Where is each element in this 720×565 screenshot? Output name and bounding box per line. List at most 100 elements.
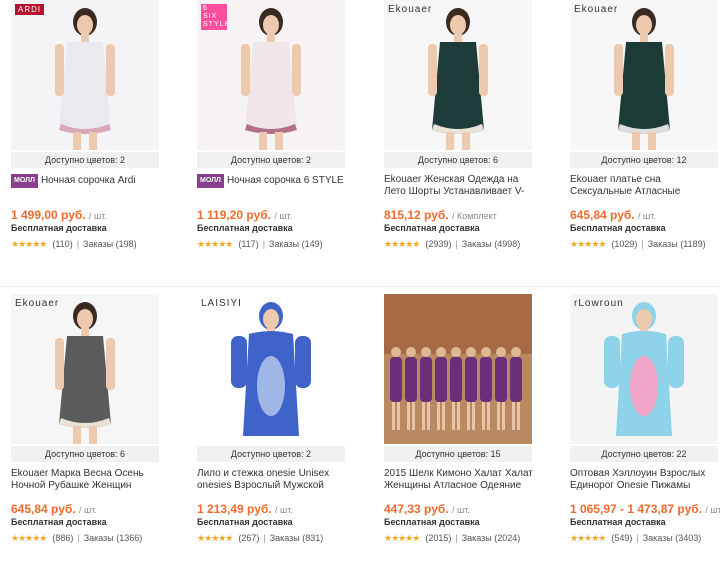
star-rating: ★★★★★ [11,239,47,249]
price-unit: / шт. [705,505,720,515]
brand-logo: Ekouaer [574,4,619,15]
divider: | [76,239,80,249]
product-price: 815,12 руб. [384,208,449,222]
product-price: 645,84 руб. [11,502,76,516]
product-image[interactable]: 6 SIX STYLE [197,0,345,150]
brand-logo: Ekouaer [15,298,60,309]
row-divider [0,286,720,287]
review-count[interactable]: (549) [611,533,632,543]
product-row: Ekouaer Доступно цветов: 6 Ekouaer Марка… [0,294,720,564]
product-title[interactable]: Ekouaer платье сна Сексуальные Атласные … [570,174,680,198]
order-count: Заказы (4998) [461,239,521,249]
product-title-link[interactable]: МОЛЛ Ночная сорочка Ardi [11,174,161,198]
free-shipping: Бесплатная доставка [384,517,480,527]
product-title-link[interactable]: 2015 Шелк Кимоно Халат Халат Женщины Атл… [384,468,534,492]
price-line: 1 213,49 руб. / шт. [197,502,293,516]
product-title[interactable]: Ночная сорочка 6 STYLE [227,175,344,186]
star-rating: ★★★★★ [570,533,606,543]
star-rating: ★★★★★ [384,533,420,543]
price-unit: / шт. [451,505,470,515]
product-photo [384,0,532,150]
divider: | [262,239,266,249]
brand-logo: rLowroun [574,298,624,309]
price-unit: / шт. [637,211,656,221]
price-line: 447,33 руб. / шт. [384,502,470,516]
review-count[interactable]: (1029) [611,239,637,249]
review-count[interactable]: (2015) [425,533,451,543]
rating-line: ★★★★★ (267) | Заказы (831) [197,533,323,544]
product-title[interactable]: 2015 Шелк Кимоно Халат Халат Женщины Атл… [384,468,533,491]
product-card[interactable]: Доступно цветов: 15 2015 Шелк Кимоно Хал… [384,294,534,564]
product-card[interactable]: LAISIYI Доступно цветов: 2 Лило и стежка… [197,294,347,564]
product-price: 1 065,97 - 1 473,87 руб. [570,502,703,516]
product-title-link[interactable]: Ekouaer Женская Одежда на Лето Шорты Уст… [384,174,534,198]
divider: | [455,239,458,249]
colors-available: Доступно цветов: 22 [570,446,718,462]
colors-available: Доступно цветов: 12 [570,152,718,168]
colors-available: Доступно цветов: 2 [197,446,345,462]
product-image[interactable]: Ekouaer [384,0,532,150]
product-title-link[interactable]: Оптовая Хэллоуин Взрослых Единорог Onesi… [570,468,720,492]
price-unit: / шт. [88,211,107,221]
product-card[interactable]: rLowroun Доступно цветов: 22 Оптовая Хэл… [570,294,720,564]
rating-line: ★★★★★ (2015) | Заказы (2024) [384,533,520,544]
product-image[interactable]: rLowroun [570,294,718,444]
product-row: ARDI Доступно цветов: 2 МОЛЛ Ночная сороч… [0,0,720,270]
review-count[interactable]: (117) [238,239,258,249]
mall-badge: МОЛЛ [11,174,38,188]
price-unit: / шт. [274,505,293,515]
product-title-link[interactable]: Лило и стежка onesie Unisex onesies Взро… [197,468,347,492]
review-count[interactable]: (110) [52,239,72,249]
mall-badge: МОЛЛ [197,174,224,188]
review-count[interactable]: (267) [238,533,259,543]
product-price: 1 119,20 руб. [197,208,271,222]
colors-available: Доступно цветов: 6 [11,446,159,462]
product-image[interactable]: ARDI [11,0,159,150]
rating-line: ★★★★★ (2939) | Заказы (4998) [384,239,520,250]
product-photo [11,294,159,444]
order-count: Заказы (831) [269,533,324,543]
product-card[interactable]: ARDI Доступно цветов: 2 МОЛЛ Ночная сороч… [11,0,161,270]
divider: | [77,533,80,543]
order-count: Заказы (198) [83,239,137,249]
product-title[interactable]: Оптовая Хэллоуин Взрослых Единорог Onesi… [570,468,705,491]
price-line: 815,12 руб. / Комплект [384,208,497,222]
free-shipping: Бесплатная доставка [11,517,107,527]
price-unit: / шт. [274,211,293,221]
product-title[interactable]: Ekouaer Марка Весна Осень Ночной Рубашке… [11,468,144,491]
order-count: Заказы (149) [269,239,323,249]
product-image[interactable]: Ekouaer [11,294,159,444]
free-shipping: Бесплатная доставка [570,517,666,527]
product-photo [384,294,532,444]
product-photo [197,294,345,444]
product-card[interactable]: 6 SIX STYLE Доступно цветов: 2 МОЛЛ Ночна… [197,0,347,270]
review-count[interactable]: (2939) [425,239,451,249]
brand-logo: 6 SIX STYLE [201,4,231,30]
free-shipping: Бесплатная доставка [197,223,293,233]
product-image[interactable]: Ekouaer [570,0,718,150]
star-rating: ★★★★★ [570,239,606,249]
product-title-link[interactable]: Ekouaer платье сна Сексуальные Атласные … [570,174,720,198]
rating-line: ★★★★★ (549) | Заказы (3403) [570,533,701,544]
product-card[interactable]: Ekouaer Доступно цветов: 12 Ekouaer плат… [570,0,720,270]
product-card[interactable]: Ekouaer Доступно цветов: 6 Ekouaer Женск… [384,0,534,270]
price-line: 1 119,20 руб. / шт. [197,208,292,222]
review-count[interactable]: (886) [52,533,73,543]
product-card[interactable]: Ekouaer Доступно цветов: 6 Ekouaer Марка… [11,294,161,564]
product-title[interactable]: Ekouaer Женская Одежда на Лето Шорты Уст… [384,174,524,197]
product-price: 1 499,00 руб. [11,208,86,222]
product-title-link[interactable]: МОЛЛ Ночная сорочка 6 STYLE [197,174,347,198]
rating-line: ★★★★★ (1029) | Заказы (1189) [570,239,706,250]
free-shipping: Бесплатная доставка [197,517,293,527]
product-title[interactable]: Лило и стежка onesie Unisex onesies Взро… [197,468,329,491]
price-line: 1 499,00 руб. / шт. [11,208,107,222]
product-title-link[interactable]: Ekouaer Марка Весна Осень Ночной Рубашке… [11,468,161,492]
product-image[interactable] [384,294,532,444]
divider: | [636,533,639,543]
divider: | [641,239,644,249]
product-title[interactable]: Ночная сорочка Ardi [41,175,136,186]
star-rating: ★★★★★ [197,533,233,543]
free-shipping: Бесплатная доставка [11,223,107,233]
product-image[interactable]: LAISIYI [197,294,345,444]
brand-logo: Ekouaer [388,4,433,15]
